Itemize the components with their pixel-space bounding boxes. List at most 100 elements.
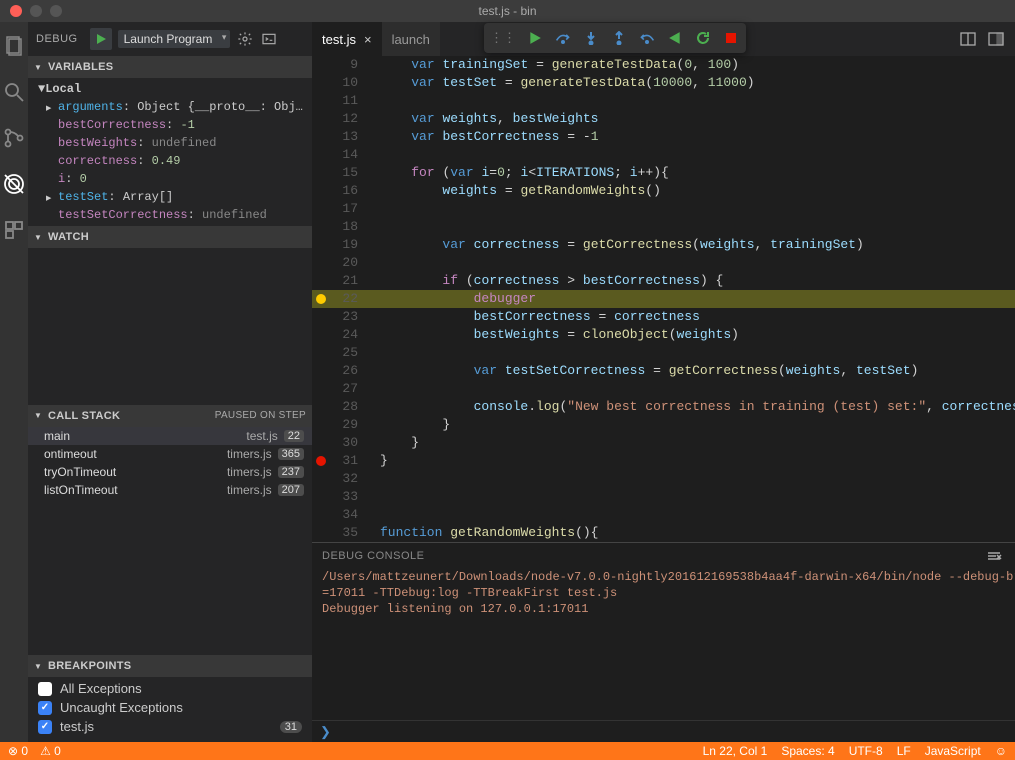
code-line[interactable]: 31} xyxy=(312,452,1015,470)
breakpoint-row[interactable]: All Exceptions xyxy=(28,679,312,698)
layout-icon[interactable] xyxy=(987,30,1005,48)
editor-tab[interactable]: test.js× xyxy=(312,22,382,56)
code-line[interactable]: 35function getRandomWeights(){ xyxy=(312,524,1015,542)
watch-section-header[interactable]: ▼ WATCH xyxy=(28,226,312,248)
debug-console-toggle-icon[interactable] xyxy=(260,30,278,48)
window-minimize-button[interactable] xyxy=(30,5,42,17)
code-line[interactable]: 21 if (correctness > bestCorrectness) { xyxy=(312,272,1015,290)
variables-body: ▼Local ▶arguments: Object {__proto__: Ob… xyxy=(28,78,312,226)
launch-config-select[interactable]: Launch Program xyxy=(118,30,231,48)
code-line[interactable]: 20 xyxy=(312,254,1015,272)
callstack-body: maintest.js22 ontimeouttimers.js365 tryO… xyxy=(28,427,312,499)
variable-row[interactable]: ▶arguments: Object {__proto__: Object,… xyxy=(32,98,312,116)
window-maximize-button[interactable] xyxy=(50,5,62,17)
code-line[interactable]: 34 xyxy=(312,506,1015,524)
start-debugging-button[interactable] xyxy=(90,28,112,50)
window-close-button[interactable] xyxy=(10,5,22,17)
variable-row[interactable]: testSetCorrectness: undefined xyxy=(32,206,312,224)
breakpoint-current-icon[interactable] xyxy=(316,294,326,304)
status-language[interactable]: JavaScript xyxy=(925,744,981,758)
callstack-frame[interactable]: ontimeouttimers.js365 xyxy=(28,445,312,463)
breakpoint-icon[interactable] xyxy=(316,456,326,466)
debug-console-panel: DEBUG CONSOLE ⌄ /Users/mattzeunert/Downl… xyxy=(312,542,1015,742)
breakpoint-row[interactable]: ✓test.js31 xyxy=(28,717,312,736)
status-errors[interactable]: ⊗ 0 xyxy=(8,744,28,758)
console-line: Debugger listening on 127.0.0.1:17011 xyxy=(322,601,1015,617)
status-cursor[interactable]: Ln 22, Col 1 xyxy=(703,744,768,758)
console-input[interactable]: ❯ xyxy=(312,720,1015,742)
feedback-icon[interactable]: ☺ xyxy=(995,744,1007,758)
code-line[interactable]: 30 } xyxy=(312,434,1015,452)
callstack-frame[interactable]: maintest.js22 xyxy=(28,427,312,445)
continue-button[interactable] xyxy=(526,29,544,47)
activity-bar xyxy=(0,22,28,742)
status-eol[interactable]: LF xyxy=(897,744,911,758)
code-line[interactable]: 9 var trainingSet = generateTestData(0, … xyxy=(312,56,1015,74)
debug-sidebar: DEBUG Launch Program ▼ VARIABLES ▼Local … xyxy=(28,22,312,742)
local-scope-row[interactable]: ▼Local xyxy=(32,80,312,98)
console-output[interactable]: /Users/mattzeunert/Downloads/node-v7.0.0… xyxy=(312,569,1015,720)
code-line[interactable]: 11 xyxy=(312,92,1015,110)
checkbox-checked-icon[interactable]: ✓ xyxy=(38,720,52,734)
variable-row[interactable]: correctness: 0.49 xyxy=(32,152,312,170)
callstack-frame[interactable]: listOnTimeouttimers.js207 xyxy=(28,481,312,499)
variable-row[interactable]: ▶testSet: Array[] xyxy=(32,188,312,206)
status-warnings[interactable]: ⚠ 0 xyxy=(40,744,61,758)
code-line[interactable]: 15 for (var i=0; i<ITERATIONS; i++){ xyxy=(312,164,1015,182)
variables-section-header[interactable]: ▼ VARIABLES xyxy=(28,56,312,78)
checkbox-checked-icon[interactable]: ✓ xyxy=(38,701,52,715)
code-line[interactable]: 24 bestWeights = cloneObject(weights) xyxy=(312,326,1015,344)
code-line[interactable]: 17 xyxy=(312,200,1015,218)
breakpoints-section-header[interactable]: ▼ BREAKPOINTS xyxy=(28,655,312,677)
editor-body[interactable]: 9 var trainingSet = generateTestData(0, … xyxy=(312,56,1015,542)
explorer-icon[interactable] xyxy=(0,32,28,60)
close-icon[interactable]: × xyxy=(364,32,372,47)
step-into-button[interactable] xyxy=(582,29,600,47)
code-line[interactable]: 28 console.log("New best correctness in … xyxy=(312,398,1015,416)
code-line[interactable]: 23 bestCorrectness = correctness xyxy=(312,308,1015,326)
code-line[interactable]: 18 xyxy=(312,218,1015,236)
source-control-icon[interactable] xyxy=(0,124,28,152)
status-indent[interactable]: Spaces: 4 xyxy=(781,744,834,758)
watch-label: WATCH xyxy=(48,231,89,243)
debug-icon[interactable] xyxy=(0,170,28,198)
drag-handle-icon[interactable]: ⋮⋮ xyxy=(490,30,516,46)
code-line[interactable]: 26 var testSetCorrectness = getCorrectne… xyxy=(312,362,1015,380)
code-line[interactable]: 12 var weights, bestWeights xyxy=(312,110,1015,128)
title-bar: test.js - bin xyxy=(0,0,1015,22)
code-line[interactable]: 13 var bestCorrectness = -1 xyxy=(312,128,1015,146)
status-encoding[interactable]: UTF-8 xyxy=(849,744,883,758)
callstack-section-header[interactable]: ▼ CALL STACK PAUSED ON STEP xyxy=(28,405,312,427)
breakpoint-row[interactable]: ✓Uncaught Exceptions xyxy=(28,698,312,717)
extensions-icon[interactable] xyxy=(0,216,28,244)
code-line[interactable]: 27 xyxy=(312,380,1015,398)
editor-tab[interactable]: launch xyxy=(382,22,440,56)
gear-icon[interactable] xyxy=(236,30,254,48)
code-line[interactable]: 14 xyxy=(312,146,1015,164)
code-line[interactable]: 25 xyxy=(312,344,1015,362)
code-line[interactable]: 16 weights = getRandomWeights() xyxy=(312,182,1015,200)
variable-row[interactable]: bestCorrectness: -1 xyxy=(32,116,312,134)
split-editor-icon[interactable] xyxy=(959,30,977,48)
variable-row[interactable]: bestWeights: undefined xyxy=(32,134,312,152)
code-line[interactable]: 33 xyxy=(312,488,1015,506)
code-line[interactable]: 10 var testSet = generateTestData(10000,… xyxy=(312,74,1015,92)
stop-button[interactable] xyxy=(722,29,740,47)
search-icon[interactable] xyxy=(0,78,28,106)
clear-console-icon[interactable] xyxy=(985,547,1003,565)
code-line[interactable]: 29 } xyxy=(312,416,1015,434)
code-line[interactable]: 22 debugger xyxy=(312,290,1015,308)
code-line[interactable]: 32 xyxy=(312,470,1015,488)
watch-body[interactable] xyxy=(28,248,312,405)
reverse-button[interactable] xyxy=(666,29,684,47)
step-back-button[interactable] xyxy=(638,29,656,47)
window-title: test.js - bin xyxy=(478,4,536,18)
step-out-button[interactable] xyxy=(610,29,628,47)
code-line[interactable]: 19 var correctness = getCorrectness(weig… xyxy=(312,236,1015,254)
restart-button[interactable] xyxy=(694,29,712,47)
callstack-frame[interactable]: tryOnTimeouttimers.js237 xyxy=(28,463,312,481)
variable-row[interactable]: i: 0 xyxy=(32,170,312,188)
console-line: /Users/mattzeunert/Downloads/node-v7.0.0… xyxy=(322,569,1015,601)
step-over-button[interactable] xyxy=(554,29,572,47)
checkbox-icon[interactable] xyxy=(38,682,52,696)
